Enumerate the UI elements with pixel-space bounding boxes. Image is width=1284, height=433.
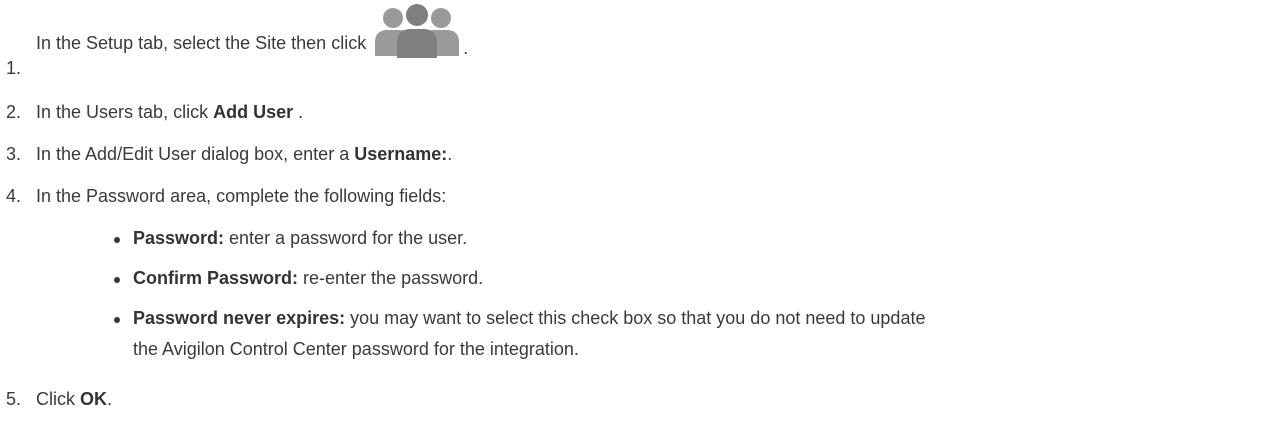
bullet-dot [114, 237, 120, 243]
step-text-end: . [463, 38, 469, 58]
add-user-label: Add User [213, 102, 294, 122]
password-label: Password: [133, 228, 225, 248]
password-never-expires-label: Password never expires: [133, 308, 346, 328]
username-label: Username: [354, 144, 448, 164]
step-text: In the Setup tab, select the Site then c… [36, 33, 372, 53]
step-number: 1. [6, 58, 22, 78]
users-group-icon [371, 0, 463, 60]
step-number: 2. [6, 102, 22, 122]
step-number: 3. [6, 144, 22, 164]
step-number: 4. [6, 186, 22, 206]
bullet-dot [114, 317, 120, 323]
list-item-continuation: the Avigilon Control Center password for… [133, 339, 579, 359]
step-text: In the Users tab, click [36, 102, 214, 122]
confirm-password-label: Confirm Password: [133, 268, 299, 288]
bullet-dot [114, 277, 120, 283]
step-text: In the Password area, complete the follo… [36, 186, 447, 206]
step-number: 5. [6, 389, 22, 409]
ok-label: OK [80, 389, 107, 409]
step-text: Click [36, 389, 80, 409]
step-text: In the Add/Edit User dialog box, enter a [36, 144, 355, 164]
